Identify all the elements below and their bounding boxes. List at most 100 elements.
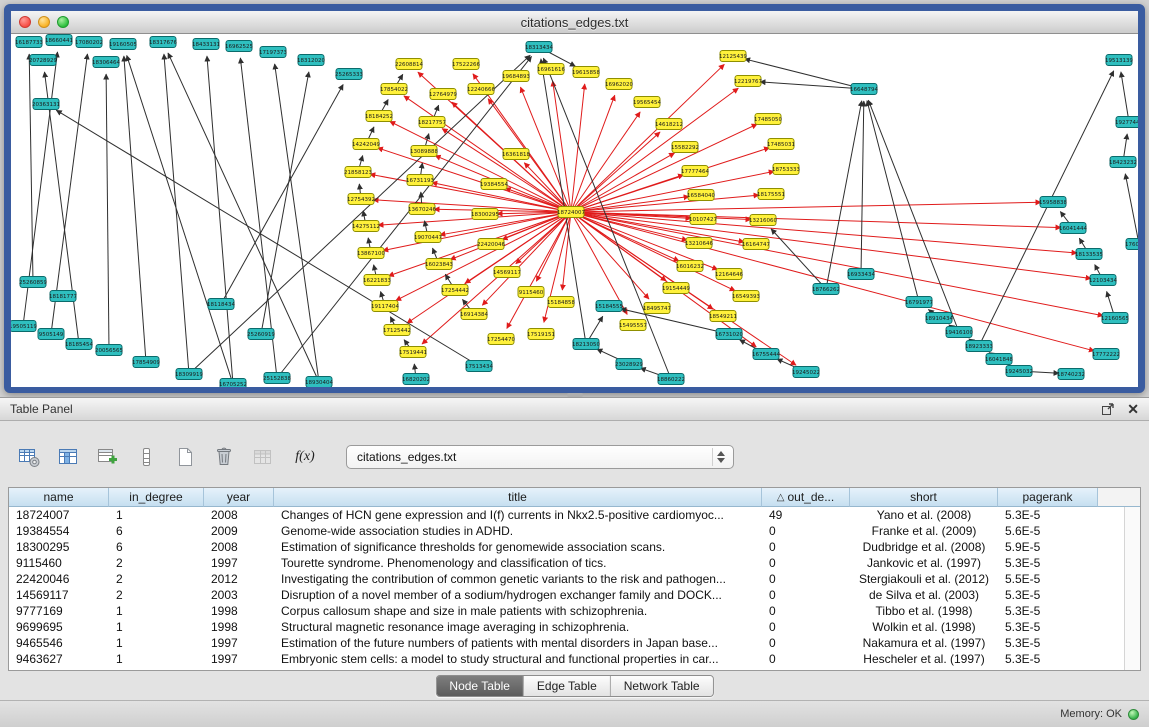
graph-edge[interactable] xyxy=(771,229,826,289)
graph-node[interactable]: 18753333 xyxy=(772,164,800,175)
graph-node[interactable]: 16648794 xyxy=(850,84,878,95)
graph-node[interactable]: 16164747 xyxy=(742,239,770,250)
table-cell[interactable]: 9115460 xyxy=(9,555,109,571)
table-cell[interactable]: Tourette syndrome. Phenomenology and cla… xyxy=(274,555,762,571)
window-titlebar[interactable]: citations_edges.txt xyxy=(11,11,1138,34)
table-row[interactable]: 946362711997Embryonic stem cells: a mode… xyxy=(9,651,1125,667)
graph-node[interactable]: 17513434 xyxy=(465,361,493,372)
table-cell[interactable]: 22420046 xyxy=(9,571,109,587)
graph-node[interactable]: 15495557 xyxy=(619,320,647,331)
graph-node[interactable]: 16961616 xyxy=(537,64,565,75)
tab-edge-table[interactable]: Edge Table xyxy=(523,676,610,696)
graph-edge[interactable] xyxy=(826,101,862,289)
column-header-title[interactable]: title xyxy=(274,488,762,507)
graph-node[interactable]: 12125439 xyxy=(719,51,747,62)
column-header-short[interactable]: short xyxy=(850,488,998,507)
graph-node[interactable]: 16933434 xyxy=(847,269,875,280)
graph-node[interactable]: 16221833 xyxy=(363,275,391,286)
graph-node[interactable]: 17519151 xyxy=(527,329,555,340)
graph-node[interactable]: 16731193 xyxy=(406,175,434,186)
graph-node[interactable]: 18860222 xyxy=(657,374,685,385)
graph-node[interactable]: 19245032 xyxy=(1005,366,1033,377)
graph-node[interactable]: 22420046 xyxy=(477,239,505,250)
zoom-window-button[interactable] xyxy=(57,16,69,28)
graph-node[interactable]: 17254442 xyxy=(441,285,469,296)
graph-node[interactable]: 18930404 xyxy=(305,377,333,388)
table-select-dropdown[interactable]: citations_edges.txt xyxy=(346,445,734,469)
graph-edge[interactable] xyxy=(571,212,1103,316)
table-cell[interactable]: 0 xyxy=(762,571,850,587)
graph-edge[interactable] xyxy=(396,212,571,301)
table-cell[interactable]: 2 xyxy=(109,555,204,571)
table-cell[interactable]: Wolkin et al. (1998) xyxy=(850,619,998,635)
table-row[interactable]: 1872400712008Changes of HCN gene express… xyxy=(9,507,1125,523)
graph-node[interactable]: 19070447 xyxy=(414,232,442,243)
table-cell[interactable]: Disruption of a novel member of a sodium… xyxy=(274,587,762,603)
graph-node[interactable]: 18213050 xyxy=(572,339,600,350)
table-cell[interactable]: 2009 xyxy=(204,523,274,539)
graph-node[interactable]: 19277444 xyxy=(1115,117,1138,128)
table-cell[interactable]: 18300295 xyxy=(9,539,109,555)
float-panel-button[interactable] xyxy=(1101,402,1115,416)
graph-node[interactable]: 16187733 xyxy=(15,37,43,48)
graph-edge[interactable] xyxy=(422,212,571,344)
graph-node[interactable]: 18133535 xyxy=(1075,249,1103,260)
graph-edge[interactable] xyxy=(261,72,309,334)
table-row[interactable]: 946554611997Estimation of the future num… xyxy=(9,635,1125,651)
table-cell[interactable]: 2 xyxy=(109,587,204,603)
graph-edge[interactable] xyxy=(207,56,233,384)
table-cell[interactable]: 1 xyxy=(109,507,204,523)
function-builder-button[interactable]: f(x) xyxy=(287,442,323,472)
graph-edge[interactable] xyxy=(571,171,774,212)
graph-node[interactable]: 18724007 xyxy=(557,207,585,218)
graph-node[interactable]: 16755444 xyxy=(752,349,780,360)
graph-node[interactable]: 17777464 xyxy=(681,166,709,177)
graph-node[interactable]: 12219767 xyxy=(734,76,762,87)
graph-node[interactable]: 13216060 xyxy=(749,215,777,226)
graph-node[interactable]: 17485050 xyxy=(754,114,782,125)
table-row[interactable]: 1938455462009Genome-wide association stu… xyxy=(9,523,1125,539)
delete-column-button[interactable] xyxy=(209,442,239,472)
graph-node[interactable]: 20363131 xyxy=(32,99,60,110)
graph-node[interactable]: 19117404 xyxy=(371,301,399,312)
graph-node[interactable]: 16731020 xyxy=(715,329,743,340)
graph-node[interactable]: 17197373 xyxy=(259,47,287,58)
table-cell[interactable]: 5.3E-5 xyxy=(998,587,1098,603)
graph-node[interactable]: 18549211 xyxy=(709,311,737,322)
graph-node[interactable]: 13210646 xyxy=(685,238,713,249)
graph-node[interactable]: 16361818 xyxy=(502,149,530,160)
graph-node[interactable]: 19684893 xyxy=(502,71,530,82)
column-header-pagerank[interactable]: pagerank xyxy=(998,488,1098,507)
graph-node[interactable]: 9505149 xyxy=(38,329,64,340)
table-cell[interactable]: 1998 xyxy=(204,603,274,619)
table-cell[interactable]: 2 xyxy=(109,571,204,587)
table-cell[interactable]: 5.3E-5 xyxy=(998,507,1098,523)
graph-node[interactable]: 12103434 xyxy=(1089,275,1117,286)
table-cell[interactable]: 9463627 xyxy=(9,651,109,667)
edit-table-button[interactable] xyxy=(92,442,122,472)
table-cell[interactable]: 5.5E-5 xyxy=(998,571,1098,587)
graph-node[interactable]: 16549393 xyxy=(732,291,760,302)
minimize-window-button[interactable] xyxy=(38,16,50,28)
table-cell[interactable]: Hescheler et al. (1997) xyxy=(850,651,998,667)
graph-node[interactable]: 16791977 xyxy=(905,297,933,308)
graph-node[interactable]: 15582292 xyxy=(671,142,699,153)
table-cell[interactable]: 5.3E-5 xyxy=(998,619,1098,635)
graph-node[interactable]: 20728929 xyxy=(29,55,57,66)
graph-node[interactable]: 19615858 xyxy=(572,67,600,78)
table-cell[interactable]: 2008 xyxy=(204,539,274,555)
graph-edge[interactable] xyxy=(45,72,79,344)
graph-node[interactable]: 10107427 xyxy=(689,214,717,225)
graph-node[interactable]: 14242049 xyxy=(352,139,380,150)
table-cell[interactable]: Nakamura et al. (1997) xyxy=(850,635,998,651)
close-window-button[interactable] xyxy=(19,16,31,28)
graph-node[interactable]: 16023843 xyxy=(425,259,453,270)
tab-node-table[interactable]: Node Table xyxy=(436,676,523,696)
graph-node[interactable]: 23028929 xyxy=(615,359,643,370)
table-cell[interactable]: Stergiakouli et al. (2012) xyxy=(850,571,998,587)
table-cell[interactable]: 6 xyxy=(109,523,204,539)
graph-edge[interactable] xyxy=(571,212,1061,228)
graph-node[interactable]: 16016232 xyxy=(676,261,704,272)
graph-node[interactable]: 18660441 xyxy=(45,35,73,46)
graph-edge[interactable] xyxy=(127,55,233,384)
